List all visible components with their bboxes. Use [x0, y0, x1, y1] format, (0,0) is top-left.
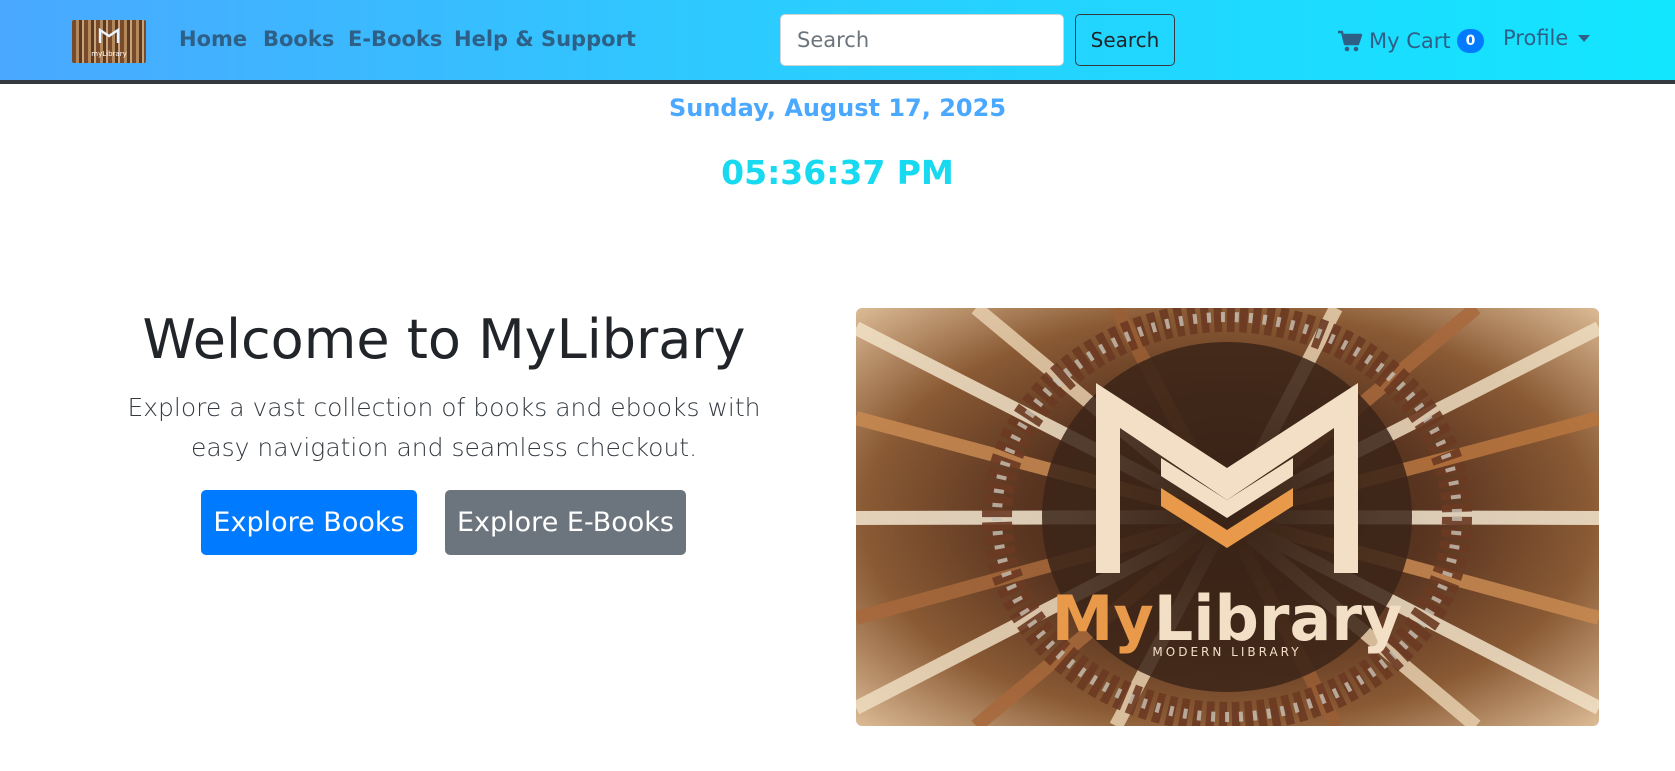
search-input[interactable] [780, 14, 1064, 66]
explore-books-button[interactable]: Explore Books [201, 490, 417, 555]
cart-count-badge: 0 [1456, 29, 1485, 53]
nav-link-ebooks[interactable]: E-Books [348, 27, 442, 51]
nav-link-home[interactable]: Home [179, 27, 247, 51]
current-date: Sunday, August 17, 2025 [668, 94, 1007, 122]
hero-title: Welcome to MyLibrary [142, 308, 746, 371]
shopping-cart-icon [1338, 30, 1363, 52]
brand-logo-text: myLibrary [91, 50, 127, 58]
profile-label: Profile [1503, 26, 1569, 50]
nav-link-help-support[interactable]: Help & Support [454, 27, 636, 51]
explore-ebooks-button[interactable]: Explore E-Books [445, 490, 686, 555]
nav-link-books[interactable]: Books [263, 27, 334, 51]
brand-logo-mark-icon [98, 28, 120, 43]
cart-label: My Cart [1369, 29, 1451, 53]
current-time: 05:36:37 PM [721, 153, 954, 192]
banner-tagline: MODERN LIBRARY [1152, 645, 1301, 659]
chevron-down-icon [1578, 34, 1591, 42]
brand-logo[interactable]: myLibrary [72, 20, 146, 63]
navbar: myLibrary Home Books E-Books Help & Supp… [0, 0, 1675, 84]
hero-image: MyLibrary MODERN LIBRARY [856, 308, 1599, 726]
mylibrary-banner-image: MyLibrary MODERN LIBRARY [856, 308, 1599, 726]
my-cart-link[interactable]: My Cart 0 [1337, 24, 1485, 58]
profile-dropdown[interactable]: Profile [1503, 26, 1591, 50]
hero-subtitle: Explore a vast collection of books and e… [127, 393, 761, 462]
search-button[interactable]: Search [1075, 14, 1175, 66]
